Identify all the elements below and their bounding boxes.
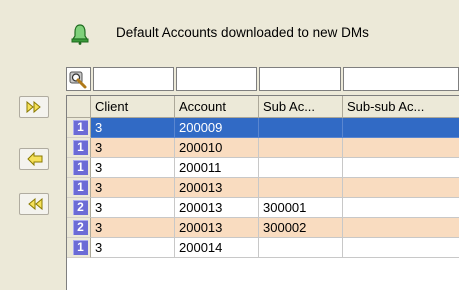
cell-sub-sub-account[interactable] [343, 138, 459, 158]
table-row[interactable]: 1 3 200011 [67, 158, 459, 178]
filter-account-input[interactable] [176, 67, 257, 91]
cell-sub-account[interactable]: 300001 [259, 198, 343, 218]
cell-sub-account[interactable] [259, 238, 343, 258]
level-badge: 1 [73, 120, 88, 135]
cell-sub-account[interactable] [259, 118, 343, 138]
cell-sub-sub-account[interactable] [343, 118, 459, 138]
cell-client[interactable]: 3 [91, 238, 175, 258]
header-title: Default Accounts downloaded to new DMs [116, 25, 369, 40]
table-row[interactable]: 1 3 200013 [67, 178, 459, 198]
column-header-sub-account[interactable]: Sub Ac... [259, 96, 343, 118]
column-header-client[interactable]: Client [91, 96, 175, 118]
row-header-corner [67, 96, 91, 118]
cell-client[interactable]: 3 [91, 178, 175, 198]
cell-client[interactable]: 3 [91, 218, 175, 238]
double-left-arrow-icon [28, 197, 43, 211]
cell-sub-account[interactable] [259, 158, 343, 178]
search-filter-icon[interactable] [66, 67, 91, 91]
row-header[interactable]: 1 [67, 178, 91, 198]
cell-sub-account[interactable] [259, 178, 343, 198]
accounts-grid: Client Account Sub Ac... Sub-sub Ac... 1… [66, 95, 459, 290]
cell-account[interactable]: 200011 [175, 158, 259, 178]
cell-client[interactable]: 3 [91, 158, 175, 178]
double-right-arrow-icon [26, 100, 41, 114]
remove-all-button[interactable] [19, 193, 49, 215]
table-row[interactable]: 1 3 200014 [67, 238, 459, 258]
cell-account[interactable]: 200010 [175, 138, 259, 158]
cell-account[interactable]: 200013 [175, 178, 259, 198]
table-row[interactable]: 2 3 200013 300002 [67, 218, 459, 238]
level-badge: 1 [73, 160, 88, 175]
cell-client[interactable]: 3 [91, 138, 175, 158]
level-badge: 2 [73, 220, 88, 235]
column-header-account[interactable]: Account [175, 96, 259, 118]
cell-sub-sub-account[interactable] [343, 178, 459, 198]
table-row[interactable]: 1 3 200010 [67, 138, 459, 158]
cell-account[interactable]: 200013 [175, 198, 259, 218]
cell-sub-sub-account[interactable] [343, 158, 459, 178]
cell-client[interactable]: 3 [91, 118, 175, 138]
table-row[interactable]: 2 3 200013 300001 [67, 198, 459, 218]
row-header[interactable]: 1 [67, 138, 91, 158]
cell-account[interactable]: 200013 [175, 218, 259, 238]
level-badge: 1 [73, 240, 88, 255]
level-badge: 2 [73, 200, 88, 215]
table-row[interactable]: 1 3 200009 [67, 118, 459, 138]
column-header-sub-sub-account[interactable]: Sub-sub Ac... [343, 96, 459, 118]
cell-client[interactable]: 3 [91, 198, 175, 218]
cell-sub-sub-account[interactable] [343, 238, 459, 258]
row-header[interactable]: 2 [67, 218, 91, 238]
cell-sub-sub-account[interactable] [343, 198, 459, 218]
row-header[interactable]: 2 [67, 198, 91, 218]
grid-header: Client Account Sub Ac... Sub-sub Ac... [67, 96, 459, 118]
cell-sub-account[interactable] [259, 138, 343, 158]
row-header[interactable]: 1 [67, 238, 91, 258]
add-all-button[interactable] [19, 96, 49, 118]
remove-button[interactable] [19, 148, 49, 170]
header-bar: Default Accounts downloaded to new DMs [0, 0, 459, 62]
cell-account[interactable]: 200009 [175, 118, 259, 138]
cell-account[interactable]: 200014 [175, 238, 259, 258]
left-arrow-icon [27, 152, 43, 166]
level-badge: 1 [73, 140, 88, 155]
row-header[interactable]: 1 [67, 158, 91, 178]
bell-icon [70, 23, 90, 45]
filter-client-input[interactable] [93, 67, 174, 91]
filter-sub-sub-account-input[interactable] [343, 67, 459, 91]
level-badge: 1 [73, 180, 88, 195]
cell-sub-account[interactable]: 300002 [259, 218, 343, 238]
cell-sub-sub-account[interactable] [343, 218, 459, 238]
row-header[interactable]: 1 [67, 118, 91, 138]
filter-sub-account-input[interactable] [259, 67, 341, 91]
